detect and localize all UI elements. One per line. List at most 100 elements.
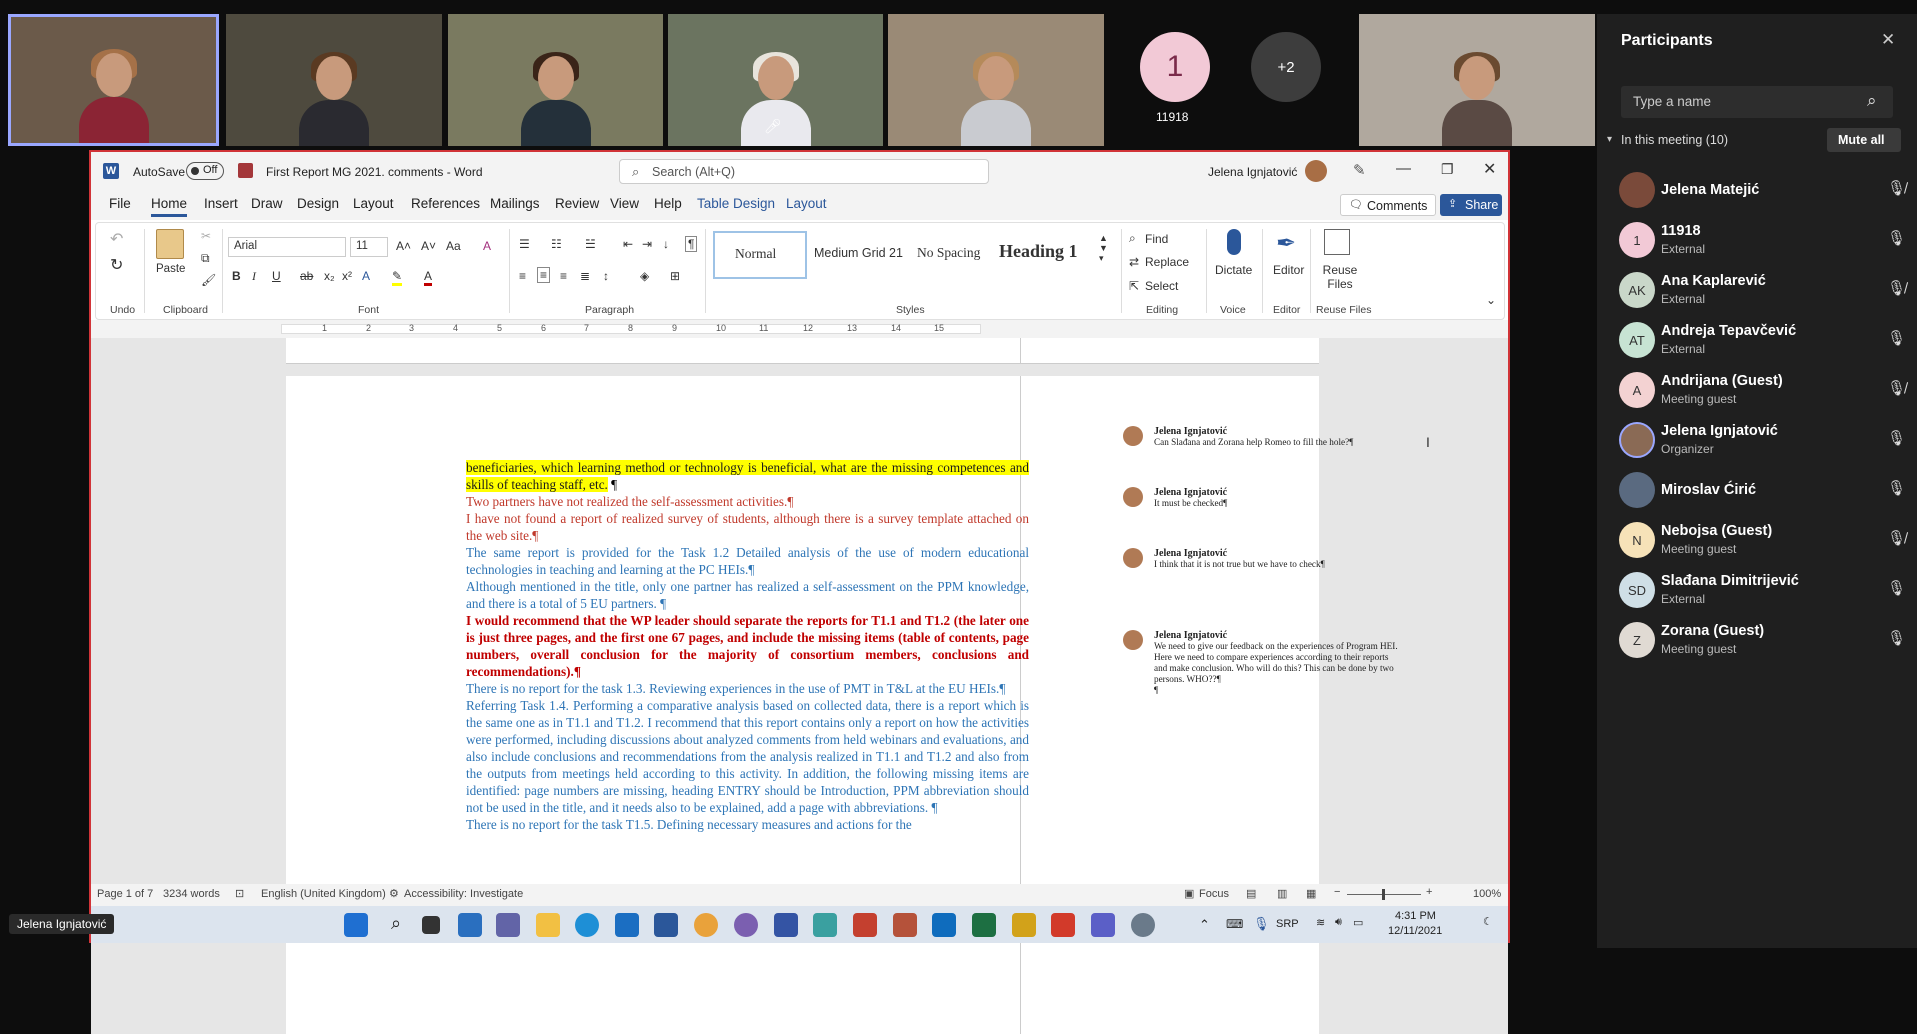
user-name[interactable]: Jelena Ignjatović — [1208, 165, 1297, 179]
shading-icon[interactable]: ◈ — [640, 269, 649, 283]
zoom-out-icon[interactable]: − — [1334, 886, 1340, 898]
change-case-icon[interactable]: Aa — [446, 239, 461, 253]
justify-icon[interactable]: ≣ — [580, 269, 590, 283]
proofing-icon[interactable]: ⊡ — [235, 887, 244, 900]
avatar-11918[interactable]: 1 — [1140, 32, 1210, 102]
excel-icon[interactable] — [972, 913, 996, 937]
editor-icon[interactable]: ✒ — [1276, 229, 1296, 258]
style-heading-1[interactable]: Heading 1 — [999, 241, 1078, 262]
autosave-toggle[interactable]: Off — [186, 162, 224, 180]
increase-indent-icon[interactable]: ⇥ — [642, 237, 652, 251]
reuse-files-label[interactable]: Reuse Files — [1320, 263, 1360, 291]
close-panel-icon[interactable]: ✕ — [1881, 30, 1895, 50]
video-tile[interactable] — [226, 14, 442, 146]
chat-icon[interactable] — [496, 913, 520, 937]
underline-icon[interactable]: U — [272, 269, 281, 283]
focus-mode[interactable]: Focus — [1199, 888, 1229, 900]
minimize-icon[interactable]: — — [1396, 160, 1411, 177]
mic-icon[interactable]: 🎙︎ — [1887, 629, 1906, 647]
tab-home[interactable]: Home — [151, 196, 188, 217]
app-icon[interactable] — [1012, 913, 1036, 937]
user-avatar[interactable] — [1305, 160, 1327, 182]
styles-more-icon[interactable]: ▲ ▼ ▾ — [1099, 233, 1108, 264]
word-count[interactable]: 3234 words — [163, 888, 220, 900]
multilevel-icon[interactable]: ☱ — [585, 237, 596, 251]
powerpoint-icon[interactable] — [853, 913, 877, 937]
participant-row[interactable]: AK Ana Kaplarević External 🎙︎̸ — [1597, 267, 1917, 317]
search-taskbar-icon[interactable]: ⌕ — [384, 913, 408, 937]
settings-icon[interactable] — [1131, 913, 1155, 937]
mic-muted-icon[interactable]: 🎙︎̸ — [1887, 279, 1906, 297]
participant-row[interactable]: 1 11918 External 🎙︎ — [1597, 217, 1917, 267]
strikethrough-icon[interactable]: ab — [300, 269, 313, 283]
shrink-font-icon[interactable]: A˅ — [421, 239, 436, 253]
find-icon[interactable]: ⌕ — [1129, 231, 1136, 246]
read-mode-icon[interactable]: ▤ — [1246, 887, 1256, 900]
sort-icon[interactable]: ↓ — [663, 237, 669, 251]
style-normal[interactable]: Normal — [713, 231, 807, 279]
bullets-icon[interactable]: ☰ — [519, 237, 530, 251]
app-icon[interactable] — [734, 913, 758, 937]
mic-icon[interactable]: 🎙︎ — [1887, 429, 1906, 447]
undo-icon[interactable]: ↶ — [110, 229, 123, 249]
save-app-icon[interactable] — [774, 913, 798, 937]
redo-icon[interactable]: ↻ — [110, 255, 123, 275]
dictate-label[interactable]: Dictate — [1215, 263, 1252, 277]
select-label[interactable]: Select — [1145, 279, 1178, 293]
participant-row[interactable]: Z Zorana (Guest) Meeting guest 🎙︎ — [1597, 617, 1917, 667]
mail-icon[interactable] — [615, 913, 639, 937]
participant-row[interactable]: Miroslav Ćirić 🎙︎ — [1597, 467, 1917, 517]
font-size-select[interactable]: 11 — [350, 237, 388, 257]
keyboard-icon[interactable]: ⌨ — [1226, 917, 1243, 931]
restore-icon[interactable]: ❐ — [1441, 161, 1454, 178]
highlight-icon[interactable]: ✎ — [392, 269, 403, 286]
tab-view[interactable]: View — [610, 196, 639, 211]
paste-label[interactable]: Paste — [156, 263, 185, 275]
chevron-up-icon[interactable]: ⌃ — [1199, 917, 1210, 933]
mic-muted-icon[interactable]: 🎙︎̸ — [1887, 529, 1906, 547]
tab-file[interactable]: File — [109, 196, 131, 211]
style-medium-grid[interactable]: Medium Grid 21 — [814, 246, 903, 260]
replace-icon[interactable]: ⇄ — [1129, 255, 1139, 269]
share-button[interactable]: ⇪ Share — [1440, 194, 1502, 216]
align-center-icon[interactable]: ≡ — [537, 267, 551, 283]
borders-icon[interactable]: ⊞ — [670, 269, 680, 283]
document-body[interactable]: beneficiaries, which learning method or … — [466, 459, 1029, 833]
select-icon[interactable]: ⇱ — [1129, 279, 1139, 293]
copy-icon[interactable]: ⧉ — [201, 251, 210, 266]
tab-mailings[interactable]: Mailings — [490, 196, 540, 211]
accessibility-status[interactable]: Accessibility: Investigate — [404, 888, 523, 900]
widgets-icon[interactable] — [458, 913, 482, 937]
video-tile[interactable]: 🎤︎ — [668, 14, 883, 146]
superscript-icon[interactable]: x² — [342, 269, 352, 283]
italic-icon[interactable]: I — [252, 269, 256, 284]
tab-help[interactable]: Help — [654, 196, 682, 211]
comments-button[interactable]: 🗨︎ Comments — [1340, 194, 1436, 216]
participant-row[interactable]: N Nebojsa (Guest) Meeting guest 🎙︎̸ — [1597, 517, 1917, 567]
language[interactable]: English (United Kingdom) — [261, 888, 386, 900]
acrobat-icon[interactable] — [1051, 913, 1075, 937]
video-tile[interactable] — [1359, 14, 1595, 146]
paste-icon[interactable] — [156, 229, 184, 259]
replace-label[interactable]: Replace — [1145, 255, 1189, 269]
align-right-icon[interactable]: ≡ — [560, 269, 567, 283]
participant-row[interactable]: Jelena Matejić 🎙︎̸ — [1597, 167, 1917, 217]
style-no-spacing[interactable]: No Spacing — [917, 245, 980, 261]
designer-icon[interactable]: ✎ — [1353, 161, 1366, 179]
teams-icon[interactable] — [1091, 913, 1115, 937]
clock-date[interactable]: 12/11/2021 — [1388, 925, 1442, 937]
app-icon[interactable] — [893, 913, 917, 937]
font-name-select[interactable]: Arial — [228, 237, 346, 257]
tab-draw[interactable]: Draw — [251, 196, 283, 211]
editor-label[interactable]: Editor — [1273, 263, 1304, 277]
format-painter-icon[interactable]: 🖌︎ — [201, 273, 216, 287]
meeting-section-label[interactable]: In this meeting (10) — [1621, 133, 1728, 147]
reuse-files-icon[interactable] — [1324, 229, 1350, 255]
outlook-icon[interactable] — [932, 913, 956, 937]
decrease-indent-icon[interactable]: ⇤ — [623, 237, 633, 251]
tab-review[interactable]: Review — [555, 196, 599, 211]
battery-icon[interactable]: ▭ — [1353, 916, 1363, 929]
dictate-icon[interactable] — [1227, 229, 1241, 255]
volume-icon[interactable]: 🔊︎ — [1335, 916, 1342, 929]
collapse-ribbon-icon[interactable]: ⌄ — [1486, 293, 1496, 307]
